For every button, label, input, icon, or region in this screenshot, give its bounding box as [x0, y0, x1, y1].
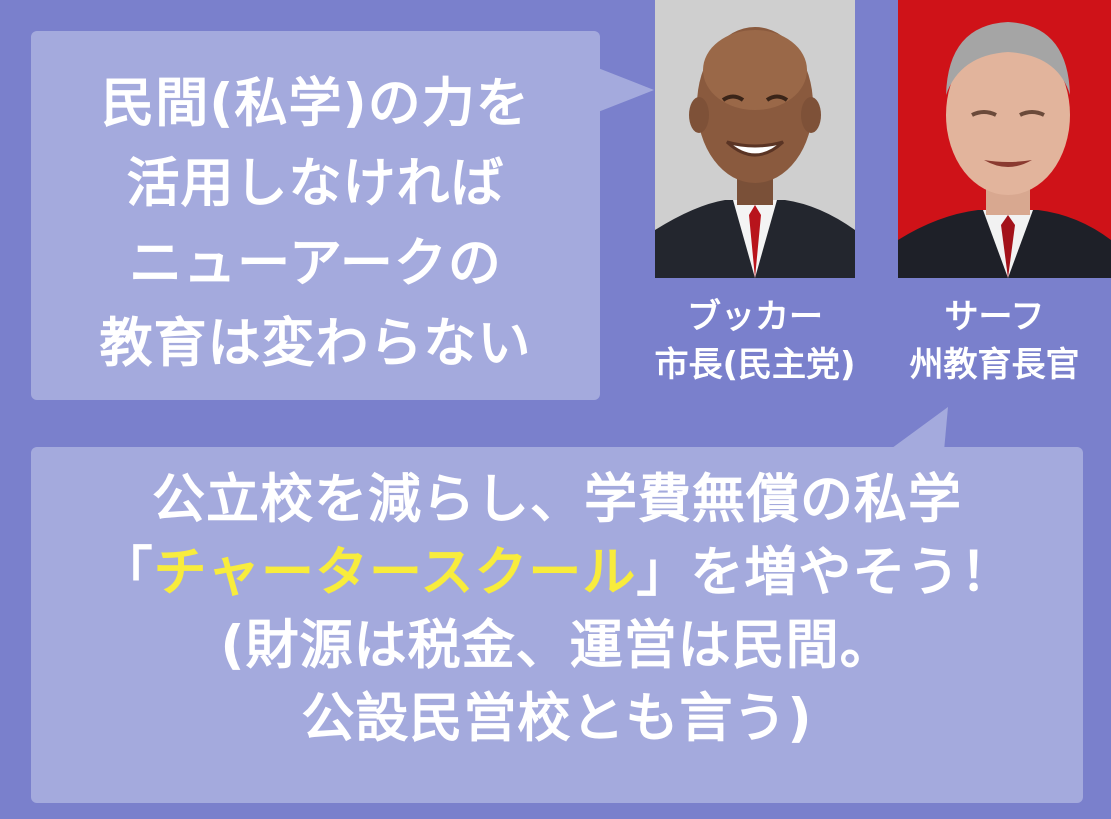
portrait-booker-icon — [655, 0, 855, 278]
caption-booker: ブッカー 市長(民主党) — [620, 293, 890, 389]
quote-line: 教育は変わらない — [99, 313, 532, 374]
portrait-cerf-icon — [898, 0, 1111, 278]
quote-line: 活用しなければ — [126, 153, 505, 214]
statement-line: 「チャータースクール」を増やそう！ — [100, 536, 1015, 609]
bubble-tail — [598, 68, 654, 112]
quote-line: 民間(私学)の力を — [101, 73, 530, 134]
caption-cerf: サーフ 州教育長官 — [878, 293, 1111, 389]
statement-line: 公設民営校とも言う) — [301, 688, 813, 749]
person-title: 市長(民主党) — [654, 345, 856, 385]
quote-line: ニューアークの — [129, 233, 502, 294]
person-title: 州教育長官 — [909, 345, 1080, 385]
person-name: サーフ — [944, 297, 1045, 337]
charter-school-highlight: チャータースクール — [153, 542, 637, 603]
statement-line: (財源は税金、運営は民間。 — [220, 615, 894, 676]
photo-booker — [655, 0, 855, 278]
statement-line: 公立校を減らし、学費無償の私学 — [152, 469, 962, 530]
close-bracket-text: 」を増やそう！ — [636, 542, 1015, 603]
quote-bubble-booker: 民間(私学)の力を 活用しなければ ニューアークの 教育は変わらない — [31, 31, 600, 400]
photo-cerf — [898, 0, 1111, 278]
quote-bubble-cerf: 公立校を減らし、学費無償の私学 「チャータースクール」を増やそう！ (財源は税金… — [31, 447, 1083, 803]
person-name: ブッカー — [687, 297, 823, 337]
open-bracket: 「 — [99, 542, 154, 603]
